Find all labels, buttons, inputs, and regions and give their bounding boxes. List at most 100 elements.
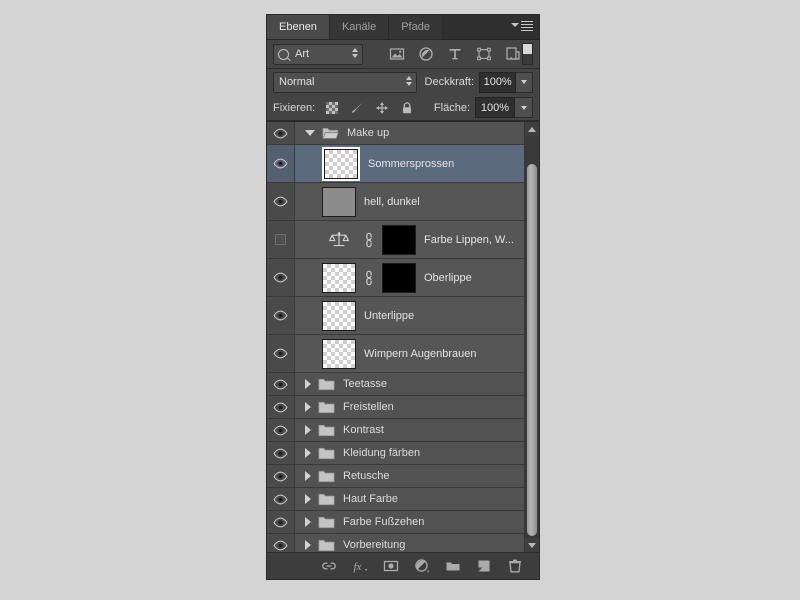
layer-visibility-toggle[interactable] [267, 442, 295, 464]
layer-row[interactable]: Wimpern Augenbrauen [267, 335, 524, 373]
layer-row-body[interactable]: hell, dunkel [295, 183, 524, 220]
filter-adjustment-icon[interactable] [418, 46, 434, 62]
chevron-down-icon[interactable] [305, 130, 315, 136]
filter-kind-select[interactable]: Art [273, 43, 363, 65]
chevron-right-icon[interactable] [305, 471, 311, 481]
layer-visibility-toggle[interactable] [267, 335, 295, 372]
layer-row[interactable]: Teetasse [267, 373, 524, 396]
lock-image-icon[interactable] [350, 101, 364, 115]
scroll-up-button[interactable] [525, 122, 539, 136]
filter-pixel-icon[interactable] [389, 46, 405, 62]
tab-pfade[interactable]: Pfade [389, 15, 443, 39]
filter-smart-object-icon[interactable] [505, 46, 521, 62]
layer-visibility-toggle[interactable] [267, 297, 295, 334]
layer-row-body[interactable]: Vorbereitung [295, 534, 524, 552]
layer-visibility-toggle[interactable] [267, 221, 295, 258]
layer-row[interactable]: Unterlippe [267, 297, 524, 335]
lock-all-icon[interactable] [400, 101, 414, 115]
layer-visibility-toggle[interactable] [267, 465, 295, 487]
chevron-right-icon[interactable] [305, 494, 311, 504]
layer-row-body[interactable]: Sommersprossen [295, 145, 524, 182]
scrollbar-thumb[interactable] [527, 164, 537, 536]
layer-row[interactable]: Kleidung färben [267, 442, 524, 465]
panel-menu-icon[interactable] [511, 20, 533, 34]
blend-mode-stepper[interactable] [405, 75, 412, 86]
layer-row[interactable]: Sommersprossen [267, 145, 524, 183]
chevron-right-icon[interactable] [305, 425, 311, 435]
layer-row-body[interactable]: Farbe Lippen, W... [295, 221, 524, 258]
layer-row-body[interactable]: Teetasse [295, 373, 524, 395]
layer-visibility-toggle[interactable] [267, 183, 295, 220]
chevron-right-icon[interactable] [305, 379, 311, 389]
layer-visibility-toggle[interactable] [267, 511, 295, 533]
lock-position-icon[interactable] [375, 101, 389, 115]
delete-layer-icon[interactable] [507, 558, 523, 574]
add-layer-mask-icon[interactable] [383, 558, 399, 574]
fill-dropdown-button[interactable] [515, 97, 533, 118]
layer-list-scrollbar[interactable] [524, 122, 539, 552]
layer-visibility-toggle[interactable] [267, 488, 295, 510]
layer-row[interactable]: hell, dunkel [267, 183, 524, 221]
layer-thumbnail[interactable] [322, 146, 360, 181]
layer-row-body[interactable]: Kontrast [295, 419, 524, 441]
layer-row-body[interactable]: Wimpern Augenbrauen [295, 335, 524, 372]
layer-row-body[interactable]: Haut Farbe [295, 488, 524, 510]
layer-visibility-toggle[interactable] [267, 145, 295, 182]
layer-thumbnail[interactable] [322, 186, 356, 217]
layer-row-body[interactable]: Oberlippe [295, 259, 524, 296]
scroll-down-button[interactable] [525, 538, 539, 552]
layer-visibility-toggle[interactable] [267, 122, 295, 144]
chevron-right-icon[interactable] [305, 517, 311, 527]
layer-row[interactable]: Make up [267, 122, 524, 145]
layer-mask-thumbnail[interactable] [382, 262, 416, 293]
fill-input[interactable]: 100% [475, 97, 515, 118]
layer-thumbnail[interactable] [322, 262, 356, 293]
tab-ebenen[interactable]: Ebenen [267, 15, 330, 39]
layer-row[interactable]: Farbe Fußzehen [267, 511, 524, 534]
layer-mask-thumbnail[interactable] [382, 224, 416, 255]
layer-visibility-toggle[interactable] [267, 396, 295, 418]
layer-visibility-toggle[interactable] [267, 259, 295, 296]
layer-visibility-toggle[interactable] [267, 534, 295, 552]
link-layers-icon[interactable] [321, 558, 337, 574]
layer-row[interactable]: Farbe Lippen, W... [267, 221, 524, 259]
layer-row-body[interactable]: Unterlippe [295, 297, 524, 334]
layer-row[interactable]: Retusche [267, 465, 524, 488]
layer-thumbnail[interactable] [322, 300, 356, 331]
filter-enable-toggle[interactable] [522, 43, 533, 65]
layer-thumbnail[interactable] [322, 338, 356, 369]
layer-row-body[interactable]: Retusche [295, 465, 524, 487]
new-layer-icon[interactable] [476, 558, 492, 574]
new-adjustment-layer-icon[interactable] [414, 558, 430, 574]
layer-visibility-toggle[interactable] [267, 419, 295, 441]
layer-name: Wimpern Augenbrauen [364, 347, 477, 360]
link-mask-icon[interactable] [364, 270, 374, 286]
layer-row-body[interactable]: Kleidung färben [295, 442, 524, 464]
tab-kanaele[interactable]: Kanäle [329, 15, 390, 39]
layer-visibility-toggle[interactable] [267, 373, 295, 395]
layer-row[interactable]: Oberlippe [267, 259, 524, 297]
chevron-right-icon[interactable] [305, 540, 311, 550]
opacity-dropdown-button[interactable] [516, 71, 533, 93]
layer-row-body[interactable]: Farbe Fußzehen [295, 511, 524, 533]
layer-row-body[interactable]: Freistellen [295, 396, 524, 418]
link-mask-icon[interactable] [364, 232, 374, 248]
chevron-right-icon[interactable] [305, 448, 311, 458]
layer-thumbnail[interactable] [322, 225, 356, 255]
layer-list[interactable]: Make up Sommersprossen hell, dunkel Farbe L… [267, 122, 524, 552]
layer-row[interactable]: Haut Farbe [267, 488, 524, 511]
opacity-input[interactable]: 100% [479, 71, 517, 93]
layer-row[interactable]: Vorbereitung [267, 534, 524, 552]
new-group-icon[interactable] [445, 558, 461, 574]
layer-row-body[interactable]: Make up [295, 122, 524, 144]
chevron-right-icon[interactable] [305, 402, 311, 412]
layer-style-fx-icon[interactable]: fx [352, 558, 368, 574]
filter-kind-stepper[interactable] [352, 47, 358, 58]
layer-row[interactable]: Freistellen [267, 396, 524, 419]
blend-mode-select[interactable]: Normal [273, 71, 417, 93]
lock-transparency-icon[interactable] [325, 101, 339, 115]
scrollbar-track[interactable] [525, 136, 539, 538]
filter-type-icon[interactable] [447, 46, 463, 62]
filter-shape-icon[interactable] [476, 46, 492, 62]
layer-row[interactable]: Kontrast [267, 419, 524, 442]
